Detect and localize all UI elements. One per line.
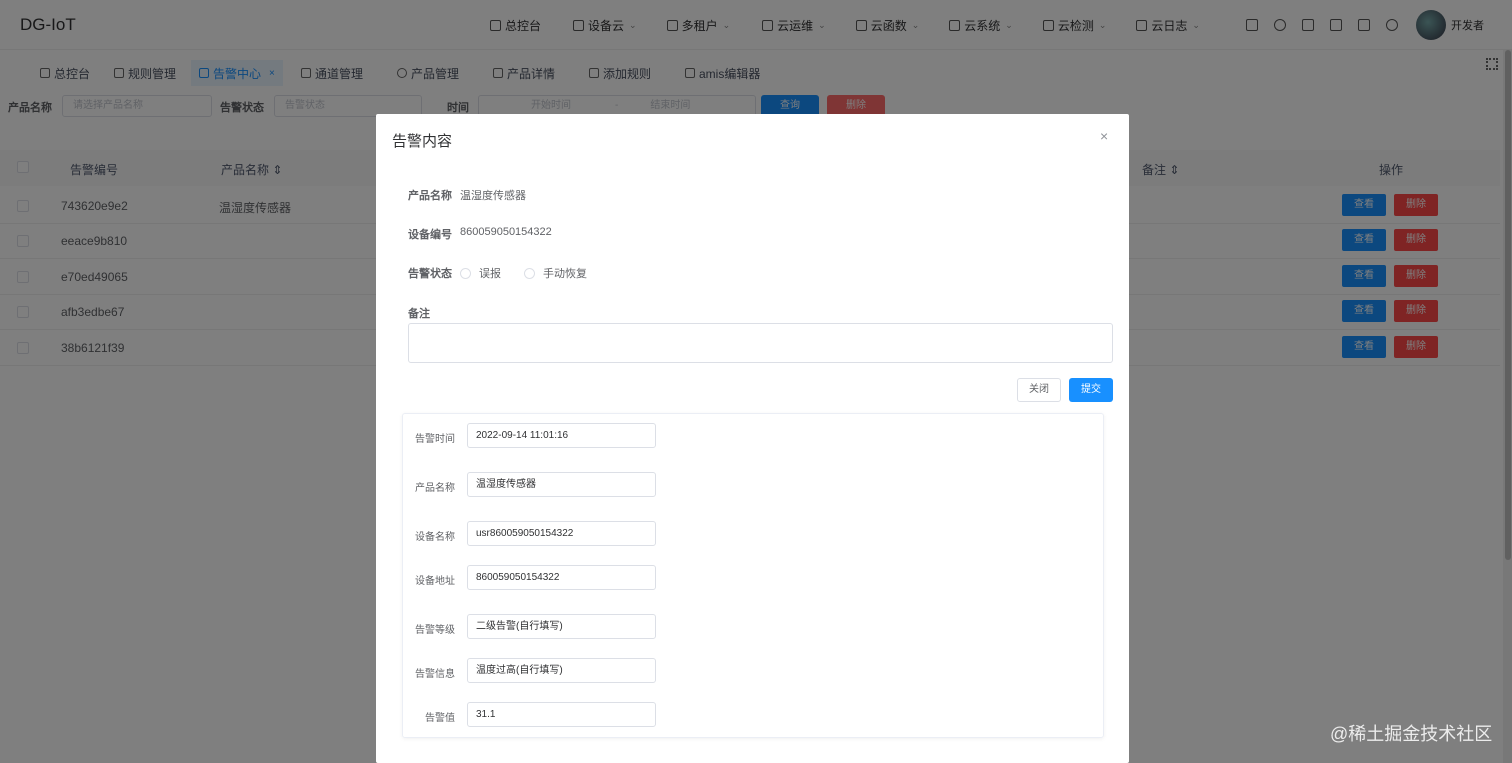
product-name-value: 温湿度传感器 — [460, 190, 526, 202]
device-no-label: 设备编号 — [408, 229, 452, 241]
watermark: @稀土掘金技术社区 — [1330, 724, 1493, 744]
submit-button[interactable]: 提交 — [1069, 378, 1113, 402]
radio-circle — [524, 267, 535, 279]
close-button[interactable]: 关闭 — [1017, 378, 1061, 402]
device-no-value: 860059050154322 — [460, 226, 552, 238]
alarm-detail-panel: 告警时间 2022-09-14 11:01:16 产品名称 温湿度传感器 设备名… — [402, 413, 1104, 738]
detail-label: 告警时间 — [415, 434, 455, 445]
detail-label: 告警信息 — [415, 669, 455, 680]
alarm-level-field[interactable]: 二级告警(自行填写) — [467, 614, 656, 639]
alarm-info-field[interactable]: 温度过高(自行填写) — [467, 658, 656, 683]
close-icon[interactable]: × — [1100, 128, 1108, 144]
alarm-content-dialog: 告警内容 × 产品名称 温湿度传感器 设备编号 860059050154322 … — [376, 114, 1129, 763]
alarm-value-field[interactable]: 31.1 — [467, 702, 656, 727]
device-address-field[interactable]: 860059050154322 — [467, 565, 656, 590]
device-name-field[interactable]: usr860059050154322 — [467, 521, 656, 546]
dialog-title: 告警内容 — [392, 133, 453, 150]
detail-label: 产品名称 — [415, 483, 455, 494]
detail-label: 告警值 — [425, 713, 455, 724]
detail-label: 设备地址 — [415, 576, 455, 587]
remark-textarea[interactable] — [408, 323, 1113, 363]
detail-label: 告警等级 — [415, 625, 455, 636]
alarm-time-field[interactable]: 2022-09-14 11:01:16 — [467, 423, 656, 448]
radio-false-alarm[interactable]: 误报 — [460, 265, 501, 281]
detail-label: 设备名称 — [415, 532, 455, 543]
alarm-status-label: 告警状态 — [408, 268, 452, 280]
radio-manual-recovery[interactable]: 手动恢复 — [524, 265, 587, 281]
product-name-label: 产品名称 — [408, 190, 452, 202]
product-name-field[interactable]: 温湿度传感器 — [467, 472, 656, 497]
remark-label: 备注 — [408, 308, 430, 320]
radio-circle — [460, 267, 471, 279]
